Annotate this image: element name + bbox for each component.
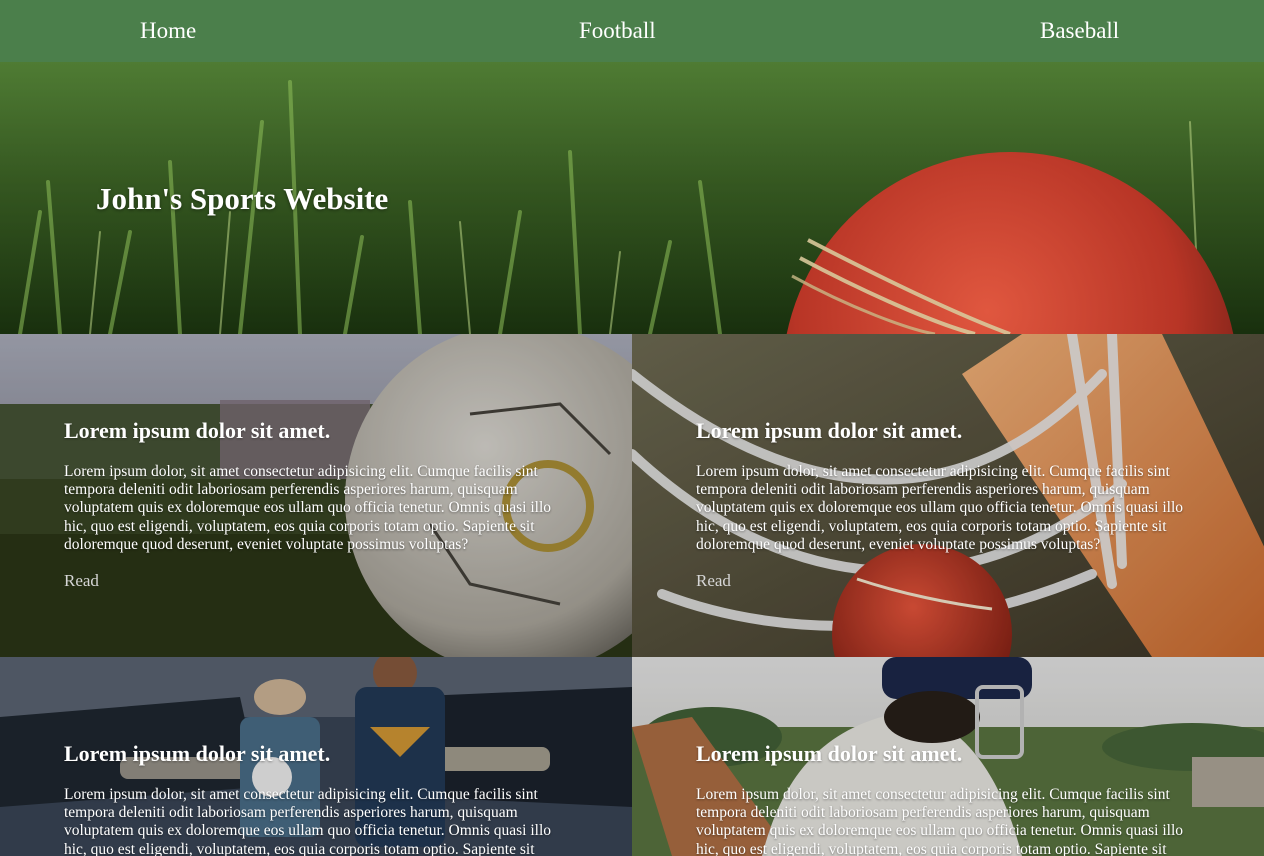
- nav-link-football[interactable]: Football: [579, 17, 656, 45]
- article-card-cricket-batsman: Lorem ipsum dolor sit amet. Lorem ipsum …: [632, 657, 1264, 856]
- card-title: Lorem ipsum dolor sit amet.: [64, 741, 331, 766]
- card-content: Lorem ipsum dolor sit amet. Lorem ipsum …: [64, 741, 576, 856]
- card-body-text: Lorem ipsum dolor, sit amet consectetur …: [696, 786, 1184, 856]
- nav-link-baseball[interactable]: Baseball: [1040, 17, 1119, 45]
- card-title: Lorem ipsum dolor sit amet.: [696, 418, 963, 443]
- card-body-text: Lorem ipsum dolor, sit amet consectetur …: [64, 463, 552, 553]
- card-content: Lorem ipsum dolor sit amet. Lorem ipsum …: [696, 741, 1208, 856]
- hero-banner: John's Sports Website: [0, 62, 1264, 334]
- article-card-football: Lorem ipsum dolor sit amet. Lorem ipsum …: [0, 334, 632, 657]
- site-title: John's Sports Website: [96, 181, 389, 216]
- card-body-text: Lorem ipsum dolor, sit amet consectetur …: [64, 786, 552, 856]
- article-card-kids-football: Lorem ipsum dolor sit amet. Lorem ipsum …: [0, 657, 632, 856]
- read-link[interactable]: Read: [64, 571, 99, 591]
- article-card-cricket-gear: Lorem ipsum dolor sit amet. Lorem ipsum …: [632, 334, 1264, 657]
- card-content: Lorem ipsum dolor sit amet. Lorem ipsum …: [696, 418, 1208, 591]
- nav-link-home[interactable]: Home: [140, 17, 196, 45]
- top-navigation-bar: Home Football Baseball: [0, 0, 1264, 62]
- card-title: Lorem ipsum dolor sit amet.: [64, 418, 331, 443]
- read-link[interactable]: Read: [696, 571, 731, 591]
- card-title: Lorem ipsum dolor sit amet.: [696, 741, 963, 766]
- card-body-text: Lorem ipsum dolor, sit amet consectetur …: [696, 463, 1184, 553]
- card-content: Lorem ipsum dolor sit amet. Lorem ipsum …: [64, 418, 576, 591]
